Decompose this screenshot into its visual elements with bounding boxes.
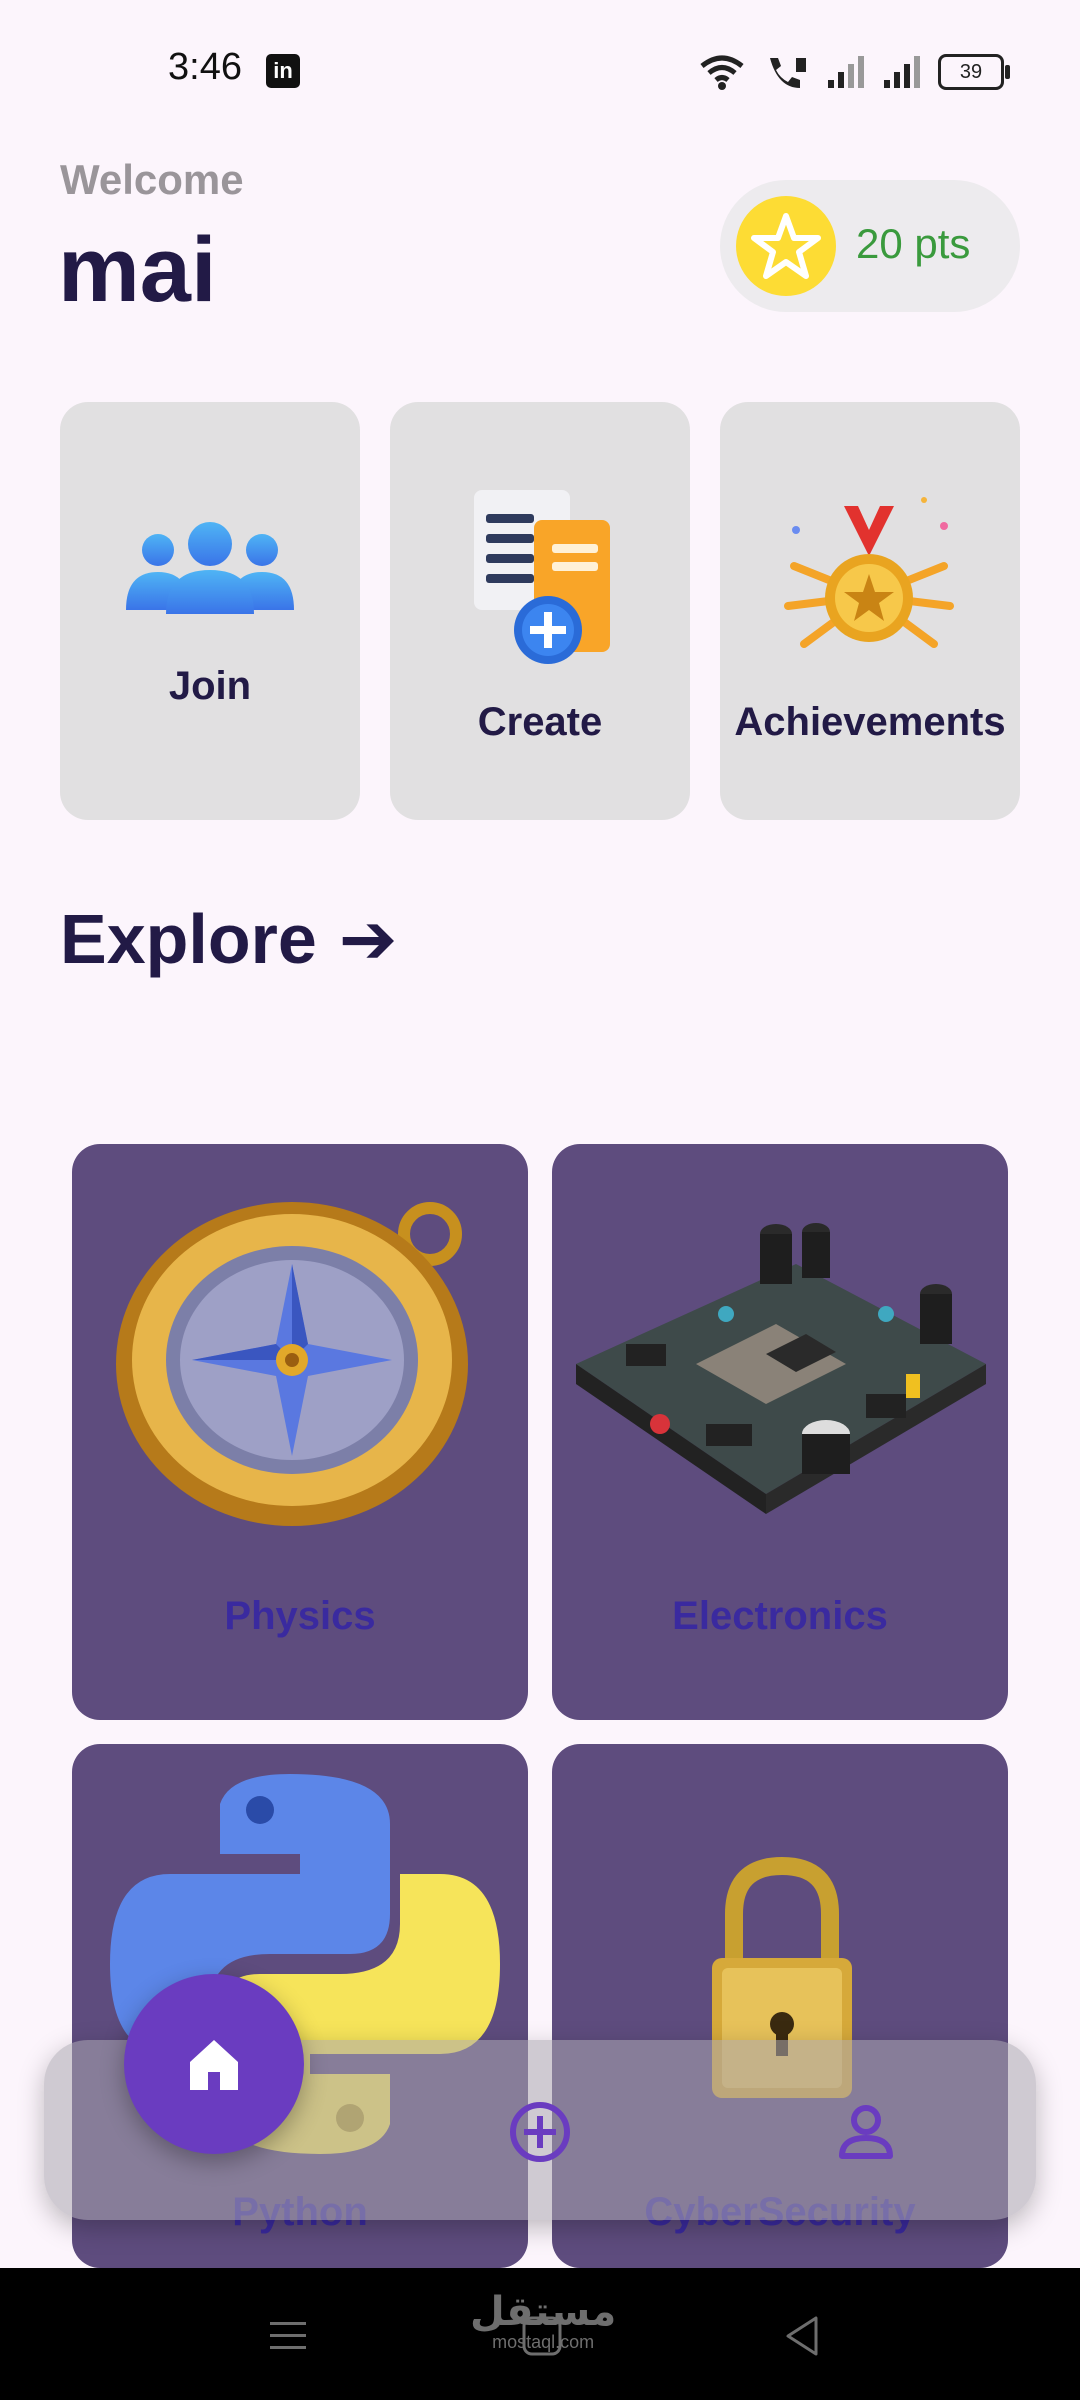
back-icon[interactable] (782, 2314, 822, 2358)
achievements-card[interactable]: Achievements (720, 402, 1020, 820)
wifi-call-icon (770, 58, 806, 88)
medal-icon (784, 497, 954, 648)
watermark: مستقل mostaql.com (470, 2292, 616, 2354)
join-label: Join (168, 664, 252, 708)
welcome-text: Welcome (60, 156, 244, 203)
wifi-icon (700, 55, 744, 90)
group-icon (126, 522, 294, 614)
status-bar: 3:46 in 39 (0, 0, 1080, 140)
star-icon (736, 196, 836, 296)
points-value: 20 pts (856, 220, 971, 267)
points-badge[interactable]: 20 pts (720, 180, 1020, 312)
status-icons: 39 (698, 50, 1010, 94)
explore-title: Explore (60, 900, 317, 978)
profile-icon[interactable] (834, 2100, 898, 2164)
create-card[interactable]: Create (390, 402, 690, 820)
join-card[interactable]: Join (60, 402, 360, 820)
compass-icon (116, 1202, 468, 1526)
topic-label-physics: Physics (224, 1594, 376, 1638)
create-label: Create (477, 700, 603, 744)
achievements-label: Achievements (734, 700, 1006, 744)
system-navigation-bar: مستقل mostaql.com (0, 2268, 1080, 2400)
topic-card-electronics[interactable]: Electronics (552, 1144, 1008, 1720)
menu-icon[interactable] (268, 2316, 308, 2356)
create-document-icon (474, 490, 610, 664)
circuit-board-icon (576, 1223, 986, 1514)
linkedin-icon: in (266, 54, 300, 88)
topic-card-physics[interactable]: Physics (72, 1144, 528, 1720)
explore-heading[interactable]: Explore ➔ (60, 898, 397, 980)
add-circle-icon[interactable] (508, 2100, 572, 2164)
watermark-latin: mostaql.com (492, 2332, 595, 2352)
arrow-right-icon: ➔ (338, 900, 398, 978)
username: mai (58, 219, 217, 321)
status-time: 3:46 (168, 46, 242, 88)
home-button[interactable] (124, 1974, 304, 2154)
signal-icon-2 (884, 56, 920, 88)
battery-icon: 39 (938, 54, 1010, 90)
signal-icon-1 (828, 56, 864, 88)
watermark-arabic: مستقل (470, 2290, 617, 2334)
topic-label-electronics: Electronics (672, 1594, 888, 1638)
home-icon (190, 2040, 238, 2090)
